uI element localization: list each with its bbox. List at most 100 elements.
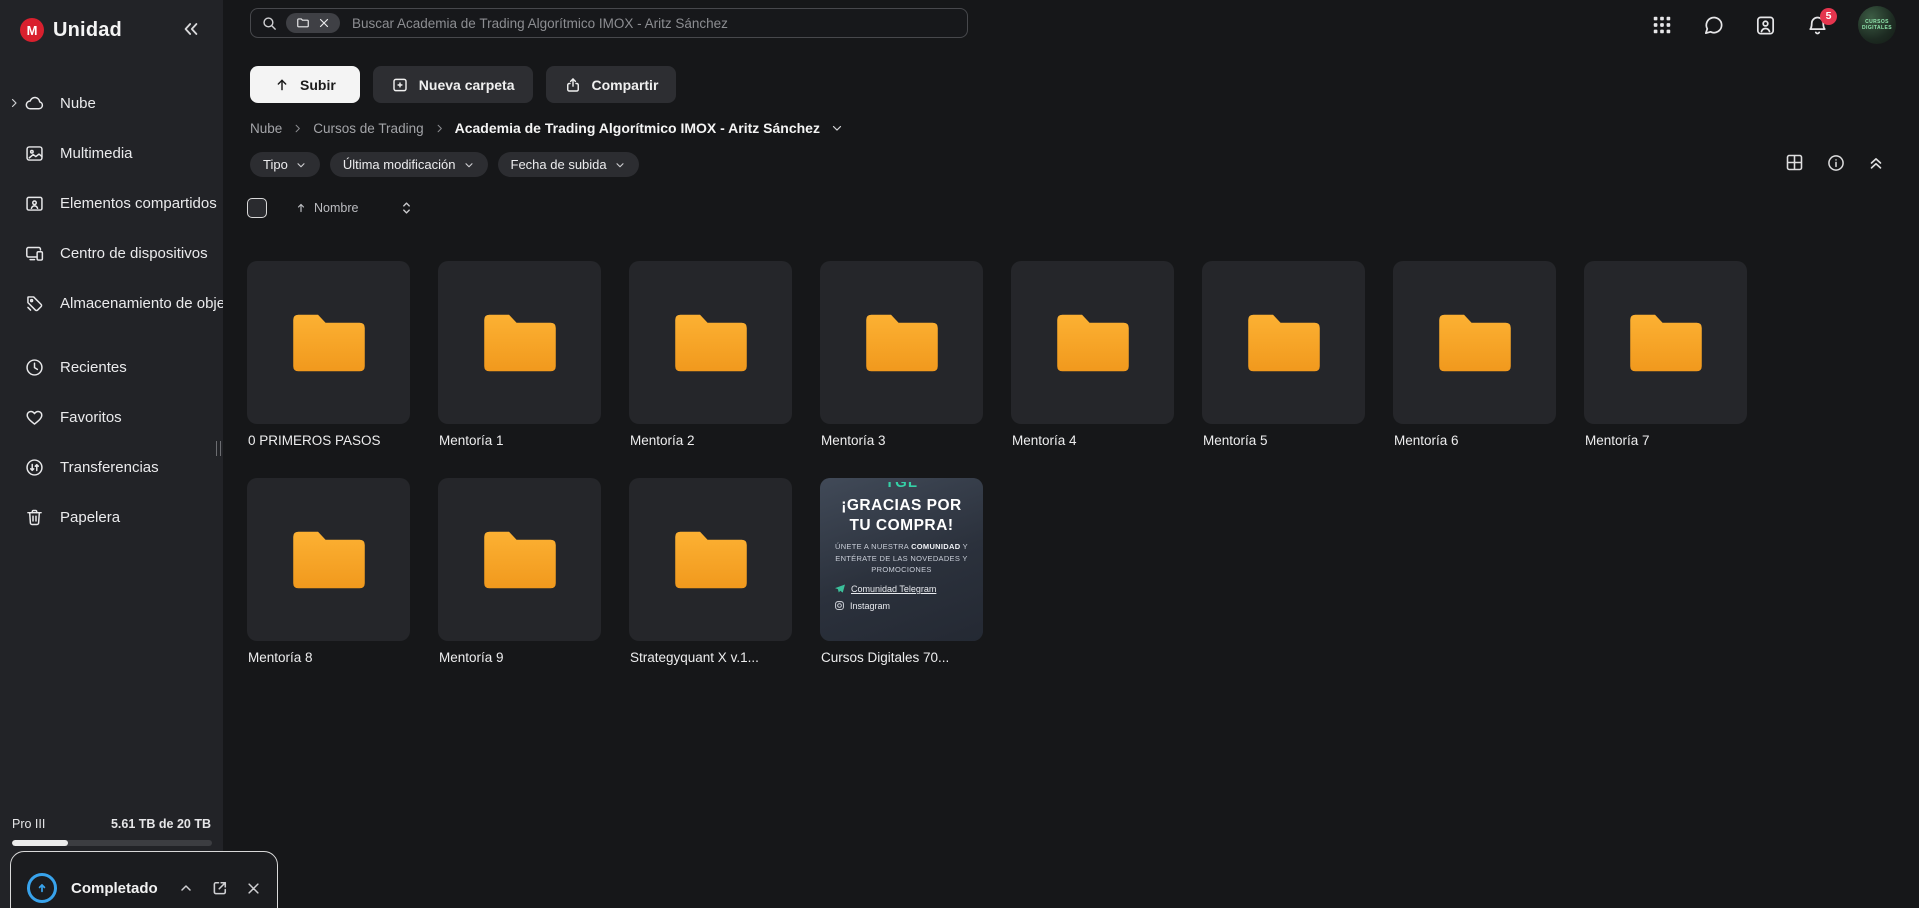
toast-close-button[interactable] — [246, 881, 261, 896]
apps-menu-button[interactable] — [1651, 14, 1673, 36]
preview-body-text: ÚNETE A NUESTRA COMUNIDAD Y ENTÉRATE DE … — [828, 541, 975, 575]
avatar[interactable]: CURSOS DIGITALES — [1858, 6, 1896, 44]
sidebar-item-label: Transferencias — [60, 459, 159, 476]
telegram-link: Comunidad Telegram — [834, 583, 936, 595]
search-bar[interactable]: Buscar Academia de Trading Algorítmico I… — [250, 8, 968, 38]
sidebar-item-nube[interactable]: Nube — [0, 78, 223, 128]
storage-progress-bar — [12, 840, 212, 846]
sidebar: M Unidad Nube Multimedia — [0, 0, 223, 908]
open-in-new-icon — [211, 879, 229, 897]
shared-folder-icon — [24, 193, 45, 214]
item-name: Strategyquant X v.1... — [629, 650, 792, 665]
chevron-right-icon[interactable] — [8, 97, 20, 109]
folder-tile[interactable]: Mentoría 4 — [1011, 261, 1174, 448]
heart-icon — [24, 407, 45, 428]
sidebar-item-recientes[interactable]: Recientes — [0, 342, 223, 392]
close-icon[interactable] — [318, 17, 330, 29]
collapse-sidebar-button[interactable] — [181, 19, 201, 39]
sidebar-resize-handle[interactable] — [216, 441, 221, 456]
notification-badge: 5 — [1820, 8, 1837, 25]
sidebar-item-elementos-compartidos[interactable]: Elementos compartidos — [0, 178, 223, 228]
folder-icon — [674, 313, 748, 373]
arrow-up-icon — [295, 202, 307, 214]
grid-view-icon — [1784, 152, 1805, 173]
sidebar-item-label: Centro de dispositivos — [60, 245, 208, 262]
sort-direction-button[interactable] — [400, 200, 413, 216]
folder-tile[interactable]: Mentoría 6 — [1393, 261, 1556, 448]
close-icon — [246, 881, 261, 896]
upload-button[interactable]: Subir — [250, 66, 360, 103]
contacts-button[interactable] — [1754, 14, 1777, 37]
image-icon — [24, 143, 45, 164]
folder-icon — [1056, 313, 1130, 373]
breadcrumb-root[interactable]: Nube — [250, 121, 282, 136]
transfer-toast[interactable]: Completado — [10, 851, 278, 908]
folder-tile[interactable]: 0 PRIMEROS PASOS — [247, 261, 410, 448]
mega-logo-icon: M — [20, 18, 44, 42]
contact-card-icon — [1754, 14, 1777, 37]
chevron-down-icon — [295, 159, 307, 171]
sidebar-header: M Unidad — [0, 0, 223, 60]
search-scope-chip[interactable] — [286, 13, 340, 33]
folder-icon — [292, 313, 366, 373]
sidebar-item-centro-dispositivos[interactable]: Centro de dispositivos — [0, 228, 223, 278]
filter-modified-chip[interactable]: Última modificación — [330, 152, 488, 177]
share-export-icon — [564, 76, 582, 94]
sidebar-item-label: Elementos compartidos — [60, 195, 217, 212]
sidebar-item-label: Papelera — [60, 509, 120, 526]
trash-icon — [24, 507, 45, 528]
folder-plus-icon — [391, 76, 409, 94]
list-header: Nombre — [247, 198, 413, 218]
new-folder-button[interactable]: Nueva carpeta — [373, 66, 533, 103]
folder-tile[interactable]: Mentoría 1 — [438, 261, 601, 448]
chevron-up-icon — [178, 880, 194, 896]
folder-tile[interactable]: Mentoría 3 — [820, 261, 983, 448]
sidebar-item-label: Recientes — [60, 359, 127, 376]
file-grid: 0 PRIMEROS PASOS Mentoría 1 Mentoría 2 M… — [247, 261, 1777, 665]
search-input[interactable]: Buscar Academia de Trading Algorítmico I… — [352, 16, 728, 31]
sidebar-item-label: Nube — [60, 95, 96, 112]
image-tile[interactable]: TGL ¡GRACIAS POR TU COMPRA! ÚNETE A NUES… — [820, 478, 983, 665]
folder-tile[interactable]: Mentoría 5 — [1202, 261, 1365, 448]
sidebar-item-multimedia[interactable]: Multimedia — [0, 128, 223, 178]
apps-grid-icon — [1651, 14, 1673, 36]
grid-view-button[interactable] — [1784, 152, 1805, 173]
chevron-down-icon[interactable] — [830, 121, 844, 135]
chevron-down-icon — [463, 159, 475, 171]
sidebar-item-almacenamiento-objetos[interactable]: Almacenamiento de objetos — [0, 278, 223, 328]
toast-expand-button[interactable] — [178, 880, 194, 896]
select-all-checkbox[interactable] — [247, 198, 267, 218]
info-button[interactable] — [1826, 153, 1846, 173]
notifications-button[interactable]: 5 — [1806, 14, 1829, 37]
folder-tile[interactable]: Mentoría 9 — [438, 478, 601, 665]
breadcrumb-parent[interactable]: Cursos de Trading — [313, 121, 423, 136]
collapse-header-button[interactable] — [1867, 154, 1885, 172]
item-name: Mentoría 7 — [1584, 433, 1747, 448]
chevron-right-icon — [434, 123, 445, 134]
folder-tile[interactable]: Mentoría 8 — [247, 478, 410, 665]
item-name: Mentoría 8 — [247, 650, 410, 665]
sort-by-name[interactable]: Nombre — [295, 201, 358, 215]
folder-icon — [674, 530, 748, 590]
instagram-icon — [834, 600, 845, 611]
info-icon — [1826, 153, 1846, 173]
preview-logo-fragment: TGL — [885, 482, 918, 492]
sidebar-item-transferencias[interactable]: Transferencias — [0, 442, 223, 492]
folder-icon — [483, 530, 557, 590]
item-name: Mentoría 4 — [1011, 433, 1174, 448]
folder-icon — [1629, 313, 1703, 373]
filter-type-chip[interactable]: Tipo — [250, 152, 320, 177]
toast-open-panel-button[interactable] — [211, 879, 229, 897]
breadcrumb-current[interactable]: Academia de Trading Algorítmico IMOX - A… — [455, 120, 820, 136]
folder-tile[interactable]: Mentoría 2 — [629, 261, 792, 448]
filter-uploaded-chip[interactable]: Fecha de subida — [498, 152, 639, 177]
chat-button[interactable] — [1702, 14, 1725, 37]
item-name: Cursos Digitales 70... — [820, 650, 983, 665]
sidebar-item-favoritos[interactable]: Favoritos — [0, 392, 223, 442]
item-name: Mentoría 6 — [1393, 433, 1556, 448]
share-button[interactable]: Compartir — [546, 66, 677, 103]
folder-tile[interactable]: Mentoría 7 — [1584, 261, 1747, 448]
sidebar-item-papelera[interactable]: Papelera — [0, 492, 223, 542]
sidebar-item-label: Almacenamiento de objetos — [60, 295, 223, 312]
folder-tile[interactable]: Strategyquant X v.1... — [629, 478, 792, 665]
